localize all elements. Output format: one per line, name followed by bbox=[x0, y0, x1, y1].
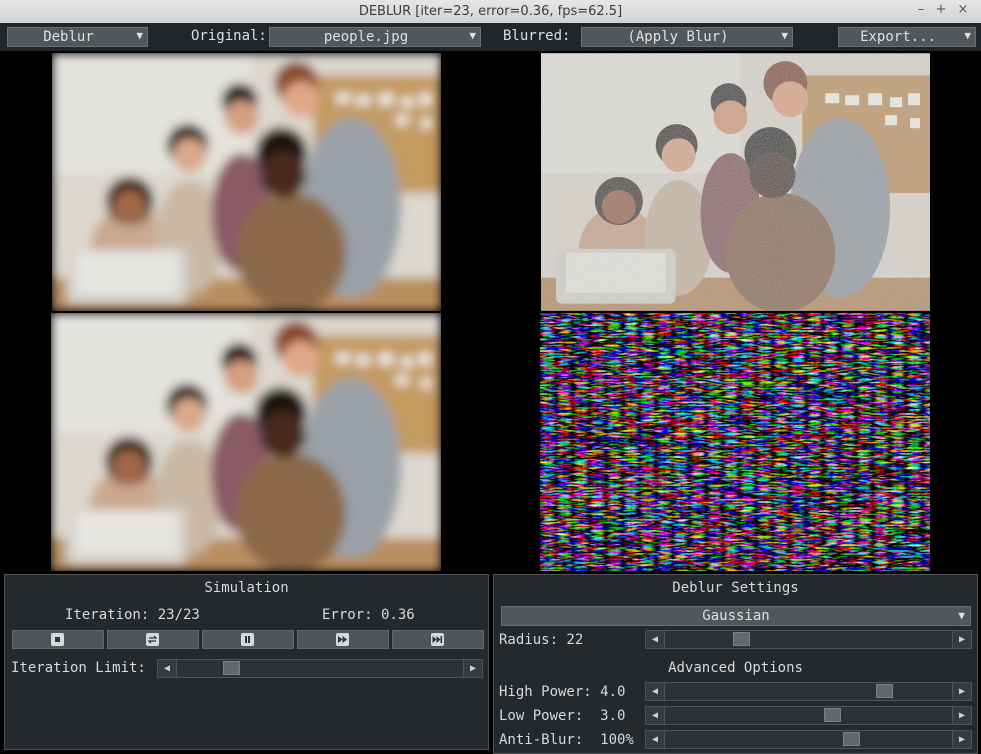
low-power-label: Low Power: 3.0 bbox=[499, 708, 626, 724]
slider-right-arrow[interactable]: ▶ bbox=[463, 660, 482, 677]
stop-icon bbox=[51, 633, 64, 646]
slider-right-arrow[interactable]: ▶ bbox=[952, 683, 971, 700]
error-text: Error: 0.36 bbox=[322, 607, 415, 623]
slider-track[interactable] bbox=[665, 707, 952, 724]
repeat-icon bbox=[146, 633, 159, 646]
iteration-limit-slider[interactable]: ◀ ▶ bbox=[157, 659, 483, 678]
window-title: DEBLUR [iter=23, error=0.36, fps=62.5] bbox=[358, 4, 623, 19]
anti-blur-slider[interactable]: ◀ ▶ bbox=[645, 730, 972, 749]
blurred-dropdown[interactable]: (Apply Blur) ▼ bbox=[581, 27, 793, 47]
slider-thumb[interactable] bbox=[223, 661, 240, 675]
stop-button[interactable] bbox=[12, 630, 104, 649]
original-label: Original: bbox=[191, 28, 267, 44]
radius-label: Radius: 22 bbox=[499, 632, 584, 648]
mode-dropdown[interactable]: Deblur ▼ bbox=[7, 27, 148, 47]
blurred-image bbox=[51, 313, 441, 571]
advanced-options-title: Advanced Options bbox=[668, 660, 803, 676]
radius-slider[interactable]: ◀ ▶ bbox=[645, 630, 972, 649]
slider-track[interactable] bbox=[177, 660, 463, 677]
chevron-down-icon: ▼ bbox=[781, 29, 788, 42]
iteration-text: Iteration: 23/23 bbox=[65, 607, 200, 623]
original-image bbox=[52, 53, 441, 311]
fast-forward-icon bbox=[336, 633, 349, 646]
blurred-label: Blurred: bbox=[503, 28, 571, 44]
slider-thumb[interactable] bbox=[733, 632, 750, 646]
slider-thumb[interactable] bbox=[824, 708, 841, 722]
chevron-down-icon: ▼ bbox=[469, 29, 476, 42]
fast-forward-button[interactable] bbox=[297, 630, 389, 649]
chevron-down-icon: ▼ bbox=[964, 29, 971, 42]
pause-icon bbox=[241, 633, 254, 646]
pause-button[interactable] bbox=[202, 630, 294, 649]
high-power-label: High Power: 4.0 bbox=[499, 684, 626, 700]
minimize-button[interactable]: – bbox=[913, 2, 929, 17]
close-button[interactable]: × bbox=[955, 2, 971, 17]
mode-value: Deblur bbox=[43, 29, 94, 45]
maximize-button[interactable]: + bbox=[933, 2, 949, 17]
slider-right-arrow[interactable]: ▶ bbox=[952, 631, 971, 648]
original-dropdown[interactable]: people.jpg ▼ bbox=[269, 27, 481, 47]
chevron-down-icon: ▼ bbox=[136, 29, 143, 42]
deblur-settings-title: Deblur Settings bbox=[672, 580, 799, 596]
deblurred-image bbox=[541, 53, 930, 311]
simulation-title: Simulation bbox=[204, 580, 289, 596]
residual-image bbox=[540, 313, 930, 571]
iteration-limit-label: Iteration Limit: bbox=[11, 660, 146, 676]
slider-left-arrow[interactable]: ◀ bbox=[646, 631, 665, 648]
slider-track[interactable] bbox=[665, 683, 952, 700]
anti-blur-label: Anti-Blur: 100% bbox=[499, 732, 634, 748]
slider-left-arrow[interactable]: ◀ bbox=[646, 707, 665, 724]
kernel-dropdown[interactable]: Gaussian ▼ bbox=[501, 606, 971, 626]
slider-track[interactable] bbox=[665, 631, 952, 648]
title-bar: DEBLUR [iter=23, error=0.36, fps=62.5] –… bbox=[0, 0, 981, 24]
kernel-value: Gaussian bbox=[702, 608, 770, 624]
skip-to-end-button[interactable] bbox=[392, 630, 484, 649]
toolbar: Deblur ▼ Original: people.jpg ▼ Blurred:… bbox=[0, 23, 981, 52]
slider-track[interactable] bbox=[665, 731, 952, 748]
export-label: Export... bbox=[860, 29, 936, 45]
export-dropdown[interactable]: Export... ▼ bbox=[838, 27, 976, 47]
simulation-panel: Simulation Iteration: 23/23 Error: 0.36 … bbox=[4, 574, 489, 750]
slider-thumb[interactable] bbox=[843, 732, 860, 746]
low-power-slider[interactable]: ◀ ▶ bbox=[645, 706, 972, 725]
slider-left-arrow[interactable]: ◀ bbox=[646, 731, 665, 748]
slider-right-arrow[interactable]: ▶ bbox=[952, 707, 971, 724]
skip-forward-icon bbox=[431, 633, 444, 646]
slider-left-arrow[interactable]: ◀ bbox=[158, 660, 177, 677]
original-value: people.jpg bbox=[323, 29, 409, 45]
chevron-down-icon: ▼ bbox=[958, 609, 965, 622]
reset-button[interactable] bbox=[107, 630, 199, 649]
slider-thumb[interactable] bbox=[876, 684, 893, 698]
slider-left-arrow[interactable]: ◀ bbox=[646, 683, 665, 700]
high-power-slider[interactable]: ◀ ▶ bbox=[645, 682, 972, 701]
blurred-value: (Apply Blur) bbox=[627, 29, 729, 45]
deblur-settings-panel: Deblur Settings Gaussian ▼ Radius: 22 ◀ … bbox=[493, 574, 978, 754]
slider-right-arrow[interactable]: ▶ bbox=[952, 731, 971, 748]
